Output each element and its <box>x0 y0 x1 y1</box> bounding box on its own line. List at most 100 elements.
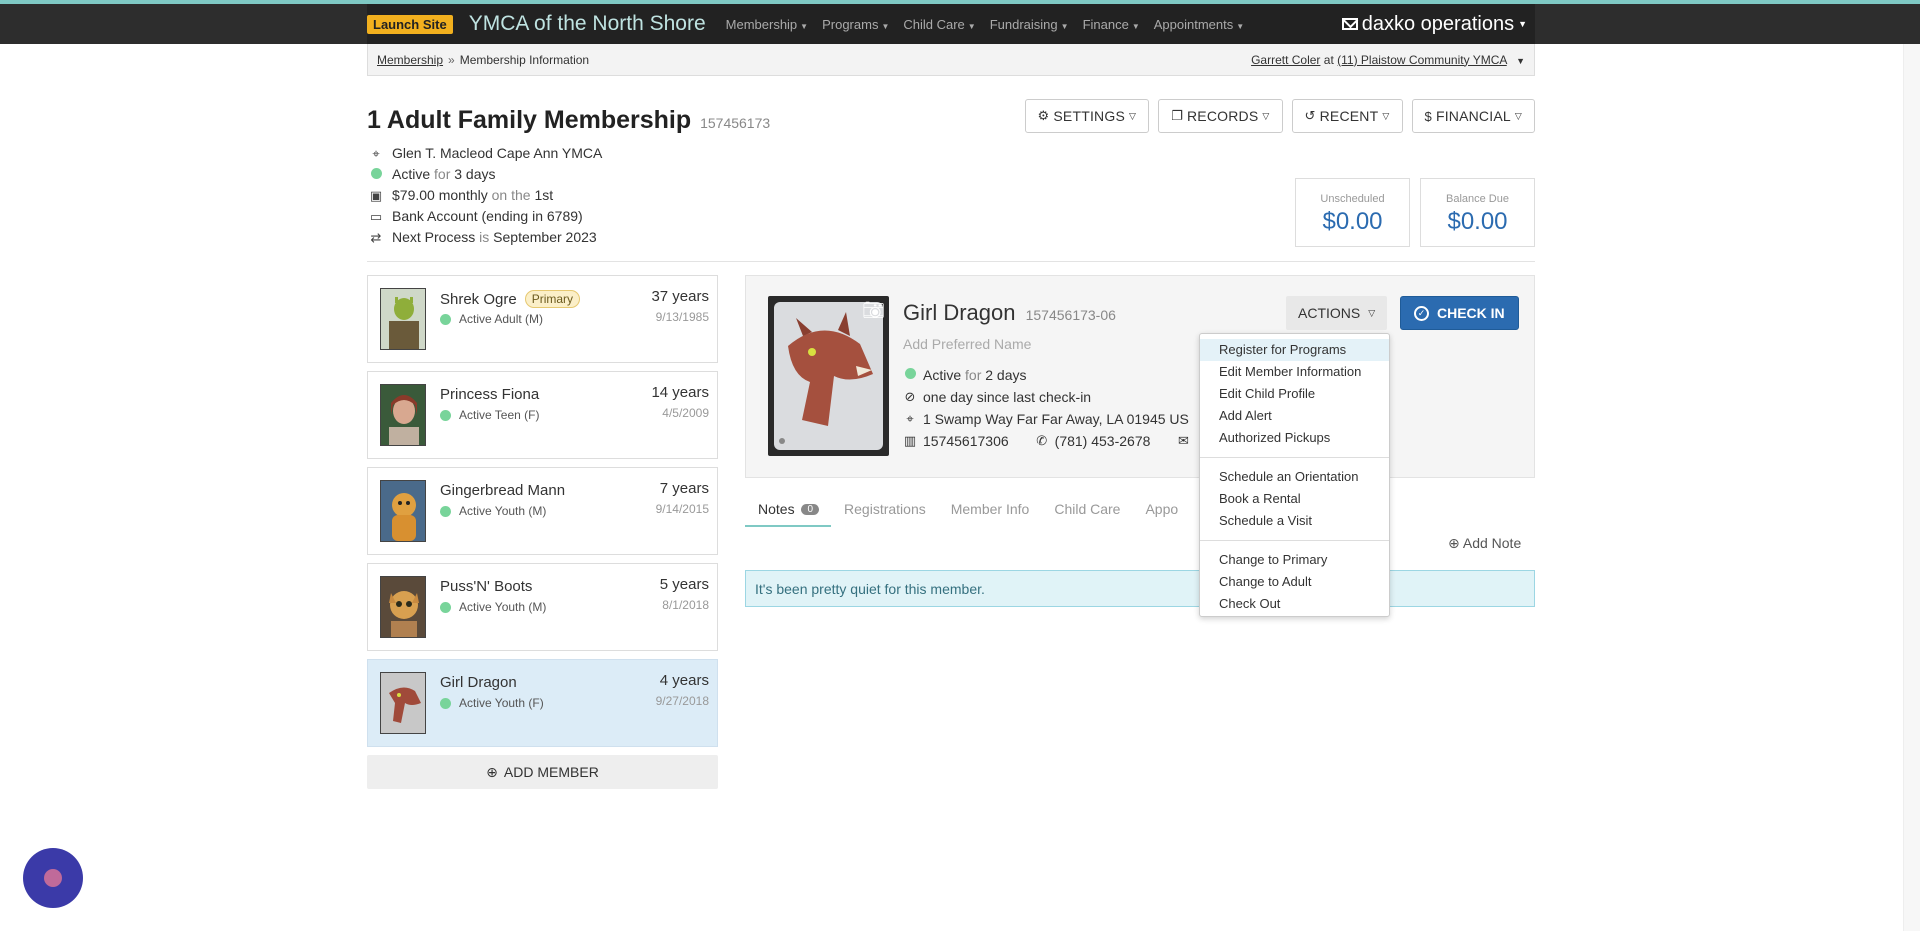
financial-button[interactable]: $ FINANCIAL ▽ <box>1411 99 1535 133</box>
chevron-down-icon: ▽ <box>1128 110 1137 121</box>
primary-badge: Primary <box>524 290 581 308</box>
member-card[interactable]: Gingerbread Mann Active Youth (M) 7 year… <box>367 467 718 555</box>
member-status: Active Adult (M) <box>440 312 543 326</box>
member-status-text: Active Teen (F) <box>459 408 540 422</box>
launch-site-button[interactable]: Launch Site <box>367 14 453 34</box>
menu-item-register-programs[interactable]: Register for Programs <box>1200 339 1389 361</box>
credit-card-icon: ▭ <box>369 209 383 224</box>
check-in-button[interactable]: ✓ CHECK IN <box>1400 296 1519 330</box>
settings-button[interactable]: ⚙ SETTINGS ▽ <box>1024 99 1150 133</box>
brand-menu[interactable]: daxko operations ▼ <box>1341 12 1535 36</box>
menu-item-change-primary[interactable]: Change to Primary <box>1200 549 1389 571</box>
member-photo <box>380 288 426 350</box>
menu-divider <box>1200 540 1389 541</box>
menu-item-book-rental[interactable]: Book a Rental <box>1200 488 1389 510</box>
chevron-down-icon: ▽ <box>1382 110 1390 121</box>
member-status: Active Youth (M) <box>440 504 546 518</box>
member-name-text: Shrek Ogre <box>440 290 517 308</box>
records-button[interactable]: ❐ RECORDS ▽ <box>1158 99 1283 133</box>
map-pin-icon: ⌖ <box>906 411 914 426</box>
detail-contact-row: ▥ 15745617306 ✆ (781) 453-2678 ✉ <box>903 430 1196 452</box>
menu-item-add-alert[interactable]: Add Alert <box>1200 405 1389 427</box>
tab-child-care[interactable]: Child Care <box>1041 497 1132 527</box>
add-member-button[interactable]: ⊕ ADD MEMBER <box>367 755 718 789</box>
actions-button[interactable]: ACTIONS ▽ <box>1286 296 1388 330</box>
nav-membership-label: Membership <box>725 16 798 32</box>
recent-button[interactable]: ↺ RECENT ▽ <box>1291 99 1403 133</box>
menu-item-authorized-pickups[interactable]: Authorized Pickups <box>1200 427 1389 449</box>
member-card[interactable]: Princess Fiona Active Teen (F) 14 years … <box>367 371 718 459</box>
phone-icon: ✆ <box>1036 433 1048 448</box>
status-dot-icon <box>903 364 917 386</box>
nav-programs[interactable]: Programs ▼ <box>822 17 889 32</box>
member-list: Shrek Ogre Primary Active Adult (M) 37 ye… <box>367 275 718 789</box>
location-link[interactable]: (11) Plaistow Community YMCA <box>1337 53 1507 67</box>
chevron-down-icon: ▼ <box>1518 19 1527 29</box>
header-buttons: ⚙ SETTINGS ▽ ❐ RECORDS ▽ ↺ RECENT ▽ $ FINANCIAL… <box>1024 99 1535 133</box>
breadcrumb-separator: » <box>448 52 455 67</box>
chat-widget-button[interactable] <box>23 848 83 908</box>
nav-membership[interactable]: Membership ▼ <box>726 17 808 32</box>
camera-icon[interactable]: 📷︎ <box>862 300 885 321</box>
member-card-selected[interactable]: Girl Dragon Active Youth (F) 4 years 9/2… <box>367 659 718 747</box>
member-name: Gingerbread Mann <box>440 482 565 499</box>
header-divider <box>367 261 1535 262</box>
tab-appointments[interactable]: Appo <box>1132 497 1190 527</box>
member-phone[interactable]: (781) 453-2678 <box>1055 430 1151 452</box>
member-status: Active Youth (M) <box>440 600 546 614</box>
tab-member-info[interactable]: Member Info <box>938 497 1042 527</box>
user-link[interactable]: Garrett Coler <box>1251 53 1320 67</box>
organization-title[interactable]: YMCA of the North Shore <box>469 12 706 36</box>
balance-due-label: Balance Due <box>1446 193 1509 205</box>
status-text: Active for 3 days <box>392 164 496 185</box>
top-navigation: Launch Site YMCA of the North Shore Memb… <box>0 0 1920 44</box>
menu-item-schedule-orientation[interactable]: Schedule an Orientation <box>1200 466 1389 488</box>
member-detail-photo[interactable]: 📷︎ <box>768 296 889 456</box>
nav-finance[interactable]: Finance ▼ <box>1083 17 1140 32</box>
member-age: 37 years <box>651 288 709 305</box>
menu-item-edit-child-profile[interactable]: Edit Child Profile <box>1200 383 1389 405</box>
breadcrumb-membership-link[interactable]: Membership <box>377 53 443 67</box>
menu-item-schedule-visit[interactable]: Schedule a Visit <box>1200 510 1389 532</box>
member-age: 4 years <box>659 672 709 689</box>
member-name: Girl Dragon <box>440 674 517 691</box>
nav-appointments-label: Appointments <box>1153 16 1234 32</box>
member-name-text: Puss'N' Boots <box>440 578 533 595</box>
gear-icon: ⚙ <box>1037 108 1050 123</box>
add-note-button[interactable]: ⊕ Add Note <box>1448 535 1521 552</box>
member-name: Princess Fiona <box>440 386 539 403</box>
status-duration: 3 days <box>454 166 496 182</box>
member-detail-name: Girl Dragon 157456173-06 <box>903 300 1116 326</box>
tab-notes[interactable]: Notes 0 <box>745 497 832 527</box>
notes-empty-message: It's been pretty quiet for this member. <box>745 570 1535 607</box>
member-photo <box>380 384 426 446</box>
email-icon: ✉ <box>1177 433 1189 448</box>
member-name-text: Gingerbread Mann <box>440 482 566 499</box>
member-barcode: 15745617306 <box>923 433 1009 449</box>
member-card[interactable]: Puss'N' Boots Active Youth (M) 5 years 8… <box>367 563 718 651</box>
chevron-down-icon: ▼ <box>881 21 890 31</box>
notes-count-badge: 0 <box>801 504 820 515</box>
nav-finance-label: Finance <box>1082 16 1129 32</box>
preferred-name-link[interactable]: Add Preferred Name <box>903 336 1031 352</box>
page-scrollbar[interactable] <box>1903 44 1920 931</box>
member-name: Puss'N' Boots <box>440 578 532 595</box>
member-card[interactable]: Shrek Ogre Primary Active Adult (M) 37 ye… <box>367 275 718 363</box>
records-label: RECORDS <box>1186 108 1259 124</box>
chevron-down-icon: ▼ <box>1060 21 1069 31</box>
brand-name: daxko operations <box>1361 12 1515 35</box>
nav-appointments[interactable]: Appointments ▼ <box>1154 17 1244 32</box>
chevron-down-icon[interactable]: ▼ <box>1516 56 1525 66</box>
nav-fundraising[interactable]: Fundraising ▼ <box>990 17 1069 32</box>
member-address: 1 Swamp Way Far Far Away, LA 01945 US <box>923 411 1189 427</box>
detail-duration: 2 days <box>985 367 1027 383</box>
billing-day: 1st <box>534 187 554 203</box>
status-dot-icon <box>440 505 451 517</box>
menu-item-edit-member[interactable]: Edit Member Information <box>1200 361 1389 383</box>
menu-item-check-out[interactable]: Check Out <box>1200 593 1389 615</box>
membership-summary: ⌖ Glen T. Macleod Cape Ann YMCA Active f… <box>367 143 603 248</box>
menu-item-change-adult[interactable]: Change to Adult <box>1200 571 1389 593</box>
nav-child-care[interactable]: Child Care ▼ <box>903 17 975 32</box>
tab-registrations[interactable]: Registrations <box>831 497 938 527</box>
member-age: 7 years <box>659 480 709 497</box>
